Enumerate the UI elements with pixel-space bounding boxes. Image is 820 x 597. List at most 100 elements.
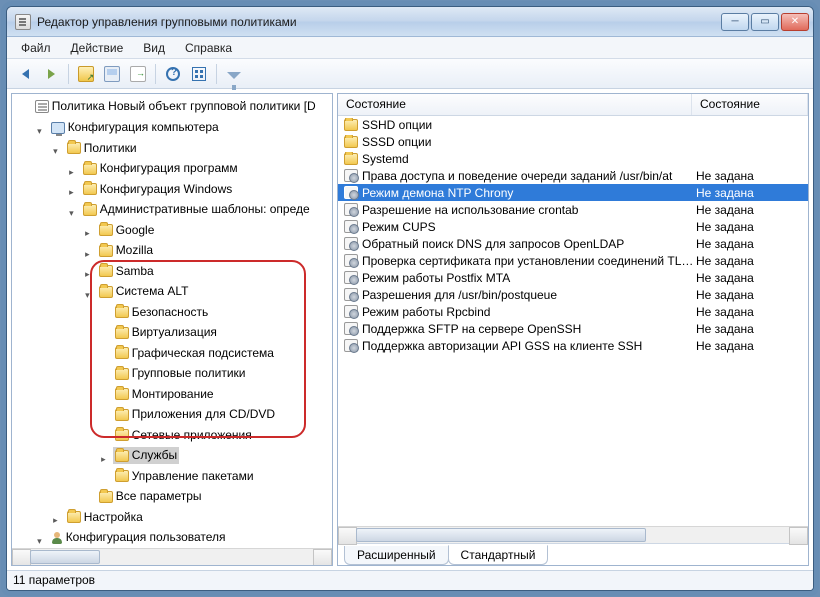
tree-view[interactable]: ▸ Политика Новый объект групповой полити… [12,94,332,548]
list-row[interactable]: Режим CUPS Не задана [338,218,808,235]
export-button[interactable] [126,62,150,86]
expand-icon[interactable]: ▸ [65,164,77,181]
tree-item[interactable]: ▾ Конфигурация пользователя [14,529,332,548]
expand-icon[interactable]: ▸ [81,225,93,242]
list-row[interactable]: Режим работы Rpcbind Не задана [338,303,808,320]
tree-item[interactable]: ▸ Монтирование [14,386,332,407]
list-header: Состояние Состояние [338,94,808,116]
list-row[interactable]: Режим работы Postfix MTA Не задана [338,269,808,286]
list-row[interactable]: Обратный поиск DNS для запросов OpenLDAP… [338,235,808,252]
list-row[interactable]: Разрешения для /usr/bin/postqueue Не зад… [338,286,808,303]
row-state: Не задана [696,322,754,336]
tree-item[interactable]: ▸ Настройка [14,509,332,530]
setting-icon [344,339,358,352]
row-name: Разрешения для /usr/bin/postqueue [362,288,557,302]
collapse-icon[interactable]: ▾ [49,143,61,160]
list-row[interactable]: SSSD опции [338,133,808,150]
tree-item[interactable]: ▸ Все параметры [14,488,332,509]
tree-item[interactable]: ▸ Mozilla [14,242,332,263]
tree-item[interactable]: ▾ Политики [14,140,332,161]
tree-item[interactable]: ▸ Samba [14,263,332,284]
collapse-icon[interactable]: ▾ [33,123,45,140]
expand-icon[interactable]: ▸ [49,512,61,529]
list-row[interactable]: Режим демона NTP Chrony Не задана [338,184,808,201]
list-row[interactable]: Права доступа и поведение очереди задани… [338,167,808,184]
tree-item-label: Приложения для CD/DVD [132,406,275,423]
filter-button[interactable] [222,62,246,86]
list-row[interactable]: SSHD опции [338,116,808,133]
expand-icon[interactable]: ▸ [65,184,77,201]
folder-icon [67,142,81,154]
row-name: Режим демона NTP Chrony [362,186,513,200]
row-name: Systemd [362,152,409,166]
menu-help[interactable]: Справка [177,39,240,57]
menu-view[interactable]: Вид [135,39,173,57]
tree-item[interactable]: ▾ Административные шаблоны: опреде [14,201,332,222]
menu-action[interactable]: Действие [63,39,132,57]
list-hscroll[interactable] [338,526,808,543]
expand-icon[interactable]: ▸ [97,451,109,468]
tree-item[interactable]: ▸ Виртуализация [14,324,332,345]
tree-hscroll[interactable] [12,548,332,565]
expand-icon[interactable]: ▸ [81,246,93,263]
view-grid-button[interactable] [187,62,211,86]
minimize-button[interactable]: ─ [721,13,749,31]
column-name[interactable]: Состояние [338,94,692,115]
folder-icon [344,153,358,165]
tab-standard[interactable]: Стандартный [448,545,549,565]
tree-item-label: Виртуализация [132,324,217,341]
menubar: Файл Действие Вид Справка [7,37,813,59]
titlebar: Редактор управления групповыми политикам… [7,7,813,37]
folder-up-icon [78,66,94,82]
app-icon [15,14,31,30]
tab-extended[interactable]: Расширенный [344,546,449,565]
up-level-button[interactable] [74,62,98,86]
tree-item[interactable]: ▸ Управление пакетами [14,468,332,489]
list-row[interactable]: Поддержка SFTP на сервере OpenSSH Не зад… [338,320,808,337]
row-name: Режим работы Rpcbind [362,305,490,319]
tree-item[interactable]: ▾ Система ALT [14,283,332,304]
collapse-icon[interactable]: ▾ [33,533,45,549]
tree-item[interactable]: ▸ Google [14,222,332,243]
row-name: SSHD опции [362,118,432,132]
list-row[interactable]: Systemd [338,150,808,167]
nav-back-button[interactable] [13,62,37,86]
tree-item[interactable]: ▸ Политика Новый объект групповой полити… [14,98,332,119]
folder-icon [115,429,129,441]
expand-icon[interactable]: ▸ [81,266,93,283]
tree-item[interactable]: ▸ Сетевые приложения [14,427,332,448]
tree-item-label: Конфигурация компьютера [68,119,219,136]
nav-forward-button[interactable] [39,62,63,86]
column-state[interactable]: Состояние [692,94,808,115]
tree-item[interactable]: ▸ Приложения для CD/DVD [14,406,332,427]
setting-icon [344,288,358,301]
setting-icon [344,169,358,182]
tree-item[interactable]: ▸ Безопасность [14,304,332,325]
gpo-icon [35,100,49,113]
help-button[interactable] [161,62,185,86]
list-view[interactable]: SSHD опции SSSD опции Systemd Права дост… [338,116,808,526]
tree-item[interactable]: ▾ Конфигурация компьютера [14,119,332,140]
tree-item[interactable]: ▸ Конфигурация программ [14,160,332,181]
toolbar [7,59,813,89]
tree-item[interactable]: ▸ Графическая подсистема [14,345,332,366]
tree-item-label: Групповые политики [132,365,246,382]
close-button[interactable]: ✕ [781,13,809,31]
folder-icon [83,163,97,175]
tree-item[interactable]: ▸ Службы [14,447,332,468]
tree-item[interactable]: ▸ Групповые политики [14,365,332,386]
folder-icon [115,347,129,359]
list-row[interactable]: Проверка сертификата при установлении со… [338,252,808,269]
tree-item-label: Настройка [84,509,143,526]
collapse-icon[interactable]: ▾ [81,287,93,304]
properties-icon [104,66,120,82]
app-window: Редактор управления групповыми политикам… [6,6,814,591]
folder-icon [115,388,129,400]
maximize-button[interactable]: ▭ [751,13,779,31]
list-row[interactable]: Разрешение на использование crontab Не з… [338,201,808,218]
list-row[interactable]: Поддержка авторизации API GSS на клиенте… [338,337,808,354]
properties-button[interactable] [100,62,124,86]
collapse-icon[interactable]: ▾ [65,205,77,222]
menu-file[interactable]: Файл [13,39,59,57]
tree-item[interactable]: ▸ Конфигурация Windows [14,181,332,202]
